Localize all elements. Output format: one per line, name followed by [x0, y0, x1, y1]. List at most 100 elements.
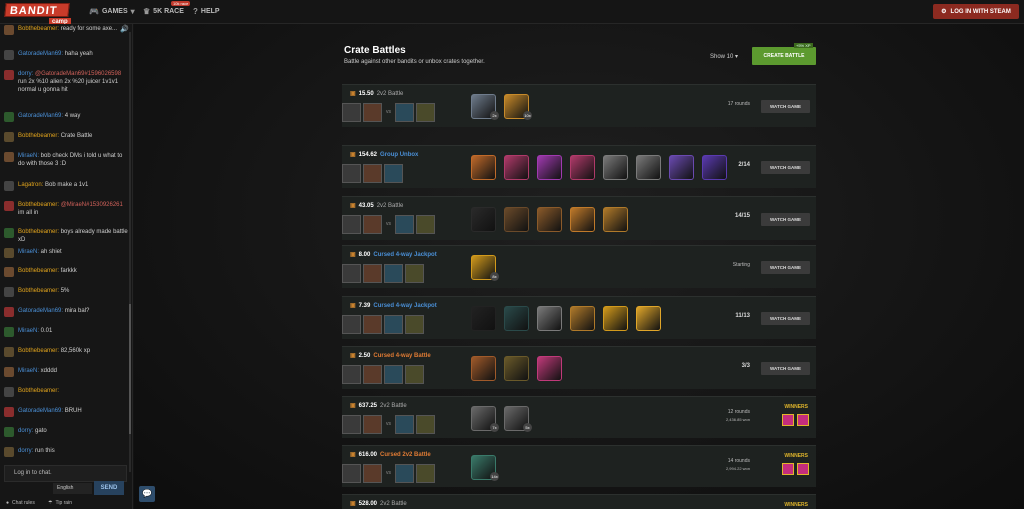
player-avatar[interactable]	[384, 365, 403, 384]
avatar[interactable]	[4, 70, 14, 80]
battle-row[interactable]: ▣ 637.25 2v2 Battle vs 7x 5x 12 rounds 2,436.85…	[342, 396, 816, 438]
avatar[interactable]	[4, 367, 14, 377]
watch-game-button[interactable]: WATCH GAME	[761, 100, 810, 113]
avatar[interactable]	[4, 407, 14, 417]
chat-username[interactable]: MiraeN:	[18, 328, 41, 334]
chat-username[interactable]: Bobthebeamer:	[18, 26, 61, 32]
avatar[interactable]	[4, 387, 14, 397]
chat-scroll-thumb[interactable]	[129, 304, 131, 434]
watch-game-button[interactable]: WATCH GAME	[761, 161, 810, 174]
player-avatar[interactable]	[384, 264, 403, 283]
avatar[interactable]	[4, 152, 14, 162]
player-avatar[interactable]	[395, 464, 414, 483]
chat-username[interactable]: dorry:	[18, 448, 35, 454]
watch-game-button[interactable]: WATCH GAME	[761, 261, 810, 274]
avatar[interactable]	[4, 327, 14, 337]
tip-rain-link[interactable]: ☂ Tip rain	[48, 500, 72, 506]
avatar[interactable]	[4, 267, 14, 277]
player-avatar[interactable]	[342, 164, 361, 183]
player-avatar[interactable]	[363, 164, 382, 183]
player-avatar[interactable]	[363, 103, 382, 122]
chat-username[interactable]: dorry:	[18, 71, 35, 77]
chat-input[interactable]: Log in to chat.	[4, 465, 127, 482]
watch-game-button[interactable]: WATCH GAME	[761, 312, 810, 325]
avatar[interactable]	[4, 201, 14, 211]
player-avatar[interactable]	[342, 464, 361, 483]
winner-avatar[interactable]	[782, 463, 794, 475]
chat-username[interactable]: Bobthebeamer:	[18, 268, 61, 274]
nav-help[interactable]: ? HELP	[193, 7, 220, 16]
player-avatar[interactable]	[405, 264, 424, 283]
chat-username[interactable]: MiraeN:	[18, 368, 41, 374]
player-avatar[interactable]	[342, 365, 361, 384]
send-button[interactable]: SEND	[94, 481, 124, 495]
chat-username[interactable]: Bobthebeamer:	[18, 229, 61, 235]
battle-row[interactable]: ▣ 616.00 Cursed 2v2 Battle vs 14x 14 rounds 2,…	[342, 445, 816, 487]
chat-username[interactable]: Lagatron:	[18, 182, 45, 188]
chat-username[interactable]: Bobthebeamer:	[18, 388, 59, 394]
watch-game-button[interactable]: WATCH GAME	[761, 212, 810, 226]
avatar[interactable]	[4, 132, 14, 142]
player-avatar[interactable]	[363, 365, 382, 384]
avatar[interactable]	[4, 248, 14, 258]
battle-row[interactable]: ▣ 15.50 2v2 Battle vs 2x 10x 17 rounds WATCH GA…	[342, 84, 816, 127]
chat-username[interactable]: Bobthebeamer:	[18, 202, 61, 208]
battle-row[interactable]: ▣ 43.05 2v2 Battle vs 14/15 WATCH GAME	[342, 196, 816, 240]
chat-username[interactable]: MiraeN:	[18, 153, 41, 159]
chat-username[interactable]: GatoradeMan69:	[18, 113, 65, 119]
player-avatar[interactable]	[384, 164, 403, 183]
player-avatar[interactable]	[395, 215, 414, 234]
avatar[interactable]	[4, 50, 14, 60]
avatar[interactable]	[4, 112, 14, 122]
logo[interactable]: BANDIT camp	[4, 3, 75, 26]
player-avatar[interactable]	[395, 103, 414, 122]
player-avatar[interactable]	[363, 264, 382, 283]
player-avatar[interactable]	[363, 415, 382, 434]
player-avatar[interactable]	[363, 464, 382, 483]
nav-5k-race[interactable]: ♛ 5K RACE	[143, 7, 184, 16]
chat-username[interactable]: Bobthebeamer:	[18, 288, 61, 294]
battle-row[interactable]: ▣ 2.50 Cursed 4-way Battle 3/3 WATCH GAME	[342, 346, 816, 389]
show-count-select[interactable]: Show 10 ▾	[710, 53, 738, 60]
avatar[interactable]	[4, 347, 14, 357]
avatar[interactable]	[4, 447, 14, 457]
player-avatar[interactable]	[416, 464, 435, 483]
chat-username[interactable]: Bobthebeamer:	[18, 133, 61, 139]
chat-toggle-button[interactable]: 💬	[139, 486, 155, 502]
player-avatar[interactable]	[342, 415, 361, 434]
watch-game-button[interactable]: WATCH GAME	[761, 362, 810, 375]
player-avatar[interactable]	[363, 215, 382, 234]
player-avatar[interactable]	[384, 315, 403, 334]
nav-games[interactable]: 🎮 GAMES ▾	[89, 7, 135, 16]
chat-username[interactable]: Bobthebeamer:	[18, 348, 61, 354]
battle-row[interactable]: ▣ 7.39 Cursed 4-way Jackpot 11/13 WATCH GAME	[342, 296, 816, 339]
battle-row[interactable]: ▣ 528.00 2v2 Battle WINNERS	[342, 494, 816, 509]
avatar[interactable]	[4, 228, 14, 238]
player-avatar[interactable]	[342, 264, 361, 283]
player-avatar[interactable]	[405, 315, 424, 334]
player-avatar[interactable]	[342, 103, 361, 122]
player-avatar[interactable]	[416, 103, 435, 122]
player-avatar[interactable]	[416, 415, 435, 434]
chat-username[interactable]: MiraeN:	[18, 249, 41, 255]
player-avatar[interactable]	[395, 415, 414, 434]
chat-rules-link[interactable]: ● Chat rules	[6, 500, 35, 506]
winner-avatar[interactable]	[782, 414, 794, 426]
avatar[interactable]	[4, 181, 14, 191]
battle-row[interactable]: ▣ 8.00 Cursed 4-way Jackpot 8x Starting WATCH…	[342, 245, 816, 288]
player-avatar[interactable]	[416, 215, 435, 234]
chat-username[interactable]: dorry:	[18, 428, 35, 434]
create-battle-button[interactable]: CREATE BATTLE	[752, 47, 816, 65]
avatar[interactable]	[4, 307, 14, 317]
login-steam-button[interactable]: ⚙ LOG IN WITH STEAM	[933, 4, 1019, 19]
avatar[interactable]	[4, 25, 14, 35]
winner-avatar[interactable]	[797, 414, 809, 426]
player-avatar[interactable]	[342, 315, 361, 334]
chat-username[interactable]: GatoradeMan69:	[18, 51, 65, 57]
player-avatar[interactable]	[405, 365, 424, 384]
battle-row[interactable]: ▣ 154.62 Group Unbox 2/14 WATCH GAME	[342, 145, 816, 188]
winner-avatar[interactable]	[797, 463, 809, 475]
player-avatar[interactable]	[363, 315, 382, 334]
avatar[interactable]	[4, 287, 14, 297]
avatar[interactable]	[4, 427, 14, 437]
